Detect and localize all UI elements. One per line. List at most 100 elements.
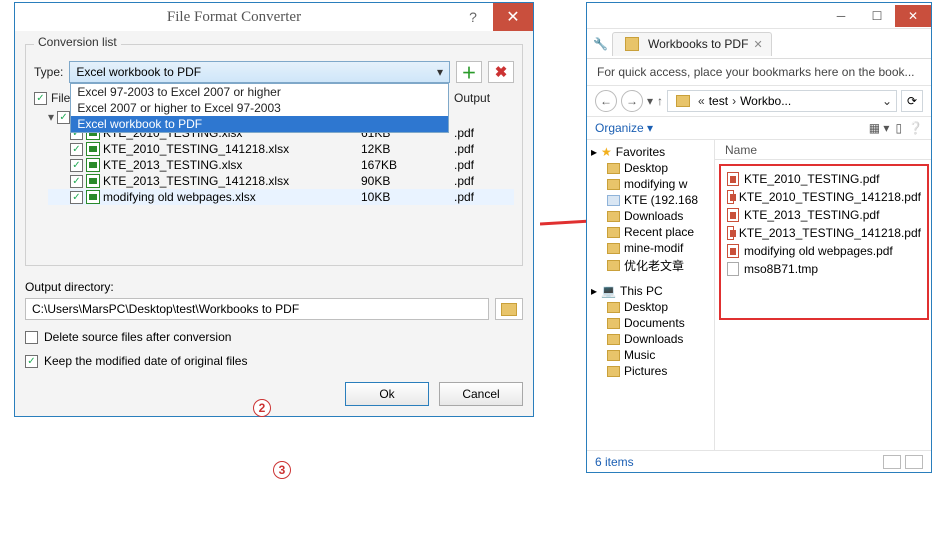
chevron-down-icon: ▾ [437,65,443,79]
pdf-icon [727,190,734,204]
pdf-icon [727,244,739,258]
file-size: 90KB [361,174,451,188]
file-ext: .pdf [454,126,514,140]
address-bar[interactable]: « test › Workbo... ⌄ [667,90,897,112]
file-name: KTE_2013_TESTING.xlsx [103,158,358,172]
output-dir-label: Output directory: [25,280,523,294]
details-view-icon[interactable] [883,455,901,469]
up-button[interactable]: ↑ [657,94,663,108]
file-item[interactable]: KTE_2010_TESTING_141218.pdf [727,188,921,206]
nav-item[interactable]: 优化老文章 [589,256,712,275]
file-name: modifying old webpages.xlsx [103,190,358,204]
nav-item[interactable]: mine-modif [589,240,712,256]
drive-icon [607,195,620,206]
close-button[interactable]: ✕ [895,5,931,27]
collapse-icon: ▸ [591,284,597,298]
tree-file-row[interactable]: KTE_2013_TESTING_141218.xlsx 90KB .pdf [48,173,514,189]
nav-item[interactable]: Music [589,347,712,363]
file-ext: .pdf [454,158,514,172]
file-checkbox[interactable] [70,191,83,204]
minimize-button[interactable]: ─ [823,5,859,27]
header-checkbox[interactable] [34,92,47,105]
nav-item[interactable]: modifying w [589,176,712,192]
nav-toolbar: ← → ▾ ↑ « test › Workbo... ⌄ ⟳ [587,86,931,117]
folder-checkbox[interactable] [57,111,70,124]
tree-file-row[interactable]: modifying old webpages.xlsx 10KB .pdf [48,189,514,205]
nav-item[interactable]: Desktop [589,299,712,315]
ok-button[interactable]: Ok [345,382,429,406]
path-seg[interactable]: Workbo... [740,94,791,108]
help-icon[interactable]: ❔ [908,121,923,135]
up-icon[interactable]: ▾ [647,94,653,108]
nav-item[interactable]: Downloads [589,331,712,347]
browse-button[interactable] [495,298,523,320]
maximize-button[interactable]: ☐ [859,5,895,27]
explorer-titlebar: ─ ☐ ✕ [587,3,931,29]
file-checkbox[interactable] [70,143,83,156]
pc-icon: 💻 [601,284,616,298]
status-bar: 6 items [587,450,931,472]
column-header-name[interactable]: Name [715,140,931,160]
nav-item[interactable]: Recent place [589,224,712,240]
pdf-icon [727,226,734,240]
icons-view-icon[interactable] [905,455,923,469]
file-item[interactable]: KTE_2010_TESTING.pdf [727,170,921,188]
tree-file-row[interactable]: KTE_2013_TESTING.xlsx 167KB .pdf [48,157,514,173]
folder-icon [607,227,620,238]
folder-icon [607,366,620,377]
tab[interactable]: Workbooks to PDF ✕ [612,32,772,56]
cancel-button[interactable]: Cancel [439,382,523,406]
keep-date-checkbox[interactable] [25,355,38,368]
file-checkbox[interactable] [70,159,83,172]
refresh-button[interactable]: ⟳ [901,90,923,112]
file-item[interactable]: mso8B71.tmp [727,260,921,278]
folder-icon [676,95,690,107]
highlighted-files: KTE_2010_TESTING.pdf KTE_2010_TESTING_14… [719,164,929,320]
preview-pane-icon[interactable]: ▯ [895,121,902,135]
nav-item[interactable]: Desktop [589,160,712,176]
wrench-icon[interactable]: 🔧 [593,37,608,51]
forward-button[interactable]: → [621,90,643,112]
file-item[interactable]: modifying old webpages.pdf [727,242,921,260]
type-label: Type: [34,65,63,79]
nav-item[interactable]: Documents [589,315,712,331]
file-name: KTE_2010_TESTING_141218.xlsx [103,142,358,156]
folder-icon [607,302,620,313]
col-output: Output [454,91,514,105]
organize-menu[interactable]: Organize ▾ [595,121,653,135]
excel-icon [86,190,100,204]
dropdown-option[interactable]: Excel 2007 or higher to Excel 97-2003 [71,100,448,116]
close-button[interactable]: ✕ [493,3,533,31]
nav-item[interactable]: KTE (192.168 [589,192,712,208]
favorites-header[interactable]: ▸★Favorites [589,144,712,160]
file-item[interactable]: KTE_2013_TESTING.pdf [727,206,921,224]
this-pc-header[interactable]: ▸💻This PC [589,283,712,299]
nav-item[interactable]: Pictures [589,363,712,379]
view-icon[interactable]: ▦ ▾ [869,121,890,135]
dropdown-option-selected[interactable]: Excel workbook to PDF [71,116,448,132]
nav-item[interactable]: Downloads [589,208,712,224]
type-dropdown: Excel 97-2003 to Excel 2007 or higher Ex… [70,83,449,133]
conversion-list-legend: Conversion list [34,35,121,49]
add-button[interactable]: ＋ [456,61,482,83]
path-seg[interactable]: test [709,94,728,108]
file-icon [727,262,739,276]
file-item[interactable]: KTE_2013_TESTING_141218.pdf [727,224,921,242]
help-button[interactable]: ? [453,3,493,31]
titlebar: File Format Converter ? ✕ [15,3,533,31]
file-checkbox[interactable] [70,175,83,188]
output-dir-input[interactable]: C:\Users\MarsPC\Desktop\test\Workbooks t… [25,298,489,320]
tree-file-row[interactable]: KTE_2010_TESTING_141218.xlsx 12KB .pdf [48,141,514,157]
dropdown-option[interactable]: Excel 97-2003 to Excel 2007 or higher [71,84,448,100]
chevron-down-icon[interactable]: ⌄ [882,94,892,108]
remove-button[interactable]: ✖ [488,61,514,83]
tab-title: Workbooks to PDF [648,37,748,51]
tab-close-icon[interactable]: ✕ [753,38,762,51]
folder-icon [607,350,620,361]
delete-source-checkbox[interactable] [25,331,38,344]
type-combo-value: Excel workbook to PDF [76,65,201,79]
folder-icon [607,163,620,174]
explorer-window: ─ ☐ ✕ 🔧 Workbooks to PDF ✕ For quick acc… [586,2,932,473]
back-button[interactable]: ← [595,90,617,112]
type-combo[interactable]: Excel workbook to PDF ▾ Excel 97-2003 to… [69,61,450,83]
